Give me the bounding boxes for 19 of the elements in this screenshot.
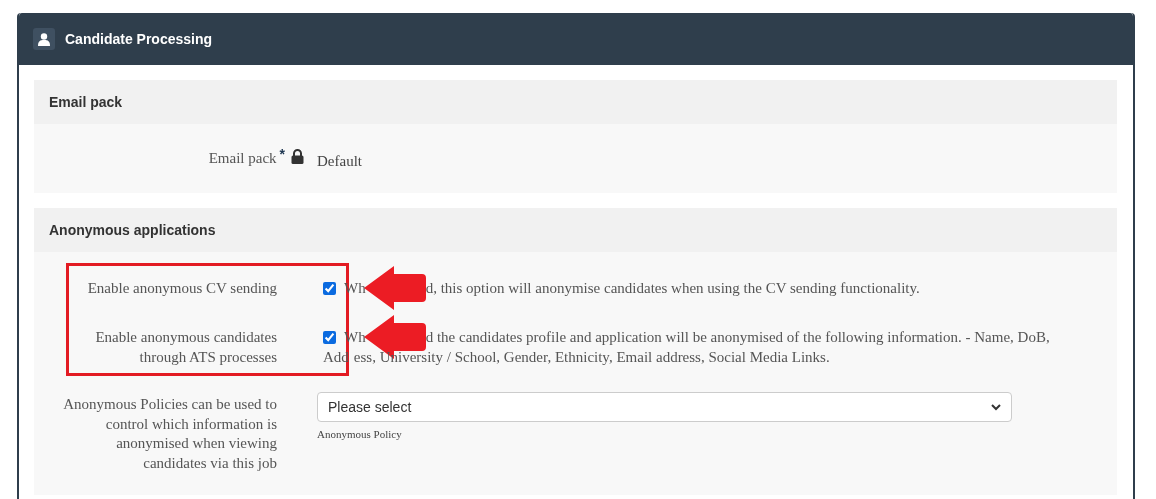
field-label: Enable anonymous candidates through ATS processes — [94, 328, 277, 367]
field-label: Email pack — [208, 149, 277, 168]
checkbox[interactable] — [323, 282, 336, 295]
field-value: Default — [317, 152, 363, 171]
field-label: Anonymous Policies can be used to control which information is anonymised when viewing candidates via this job — [62, 395, 277, 473]
chevron-icon — [991, 403, 1001, 411]
user-icon — [33, 28, 55, 50]
description-text: d the candidates profile and application will be anonymised of the following information. - Name, DoB, — [425, 328, 1050, 347]
checkbox[interactable] — [323, 331, 336, 344]
description-text: ess, University / School, Gender, Ethnicity, Email address, Social Media Links. — [353, 348, 830, 367]
section-title: Anonymous applications — [49, 222, 216, 238]
help-text: Anonymous Policy — [317, 428, 403, 440]
policy-select[interactable]: Please select — [317, 392, 1012, 422]
field-label: Enable anonymous CV sending — [87, 279, 277, 298]
lock-icon — [291, 149, 304, 164]
panel-title: Candidate Processing — [65, 31, 213, 47]
section-title: Email pack — [49, 94, 123, 110]
required-mark: * — [279, 148, 285, 164]
description-text: d, this option will anonymise candidates when using the CV sending functionality. — [425, 279, 920, 298]
